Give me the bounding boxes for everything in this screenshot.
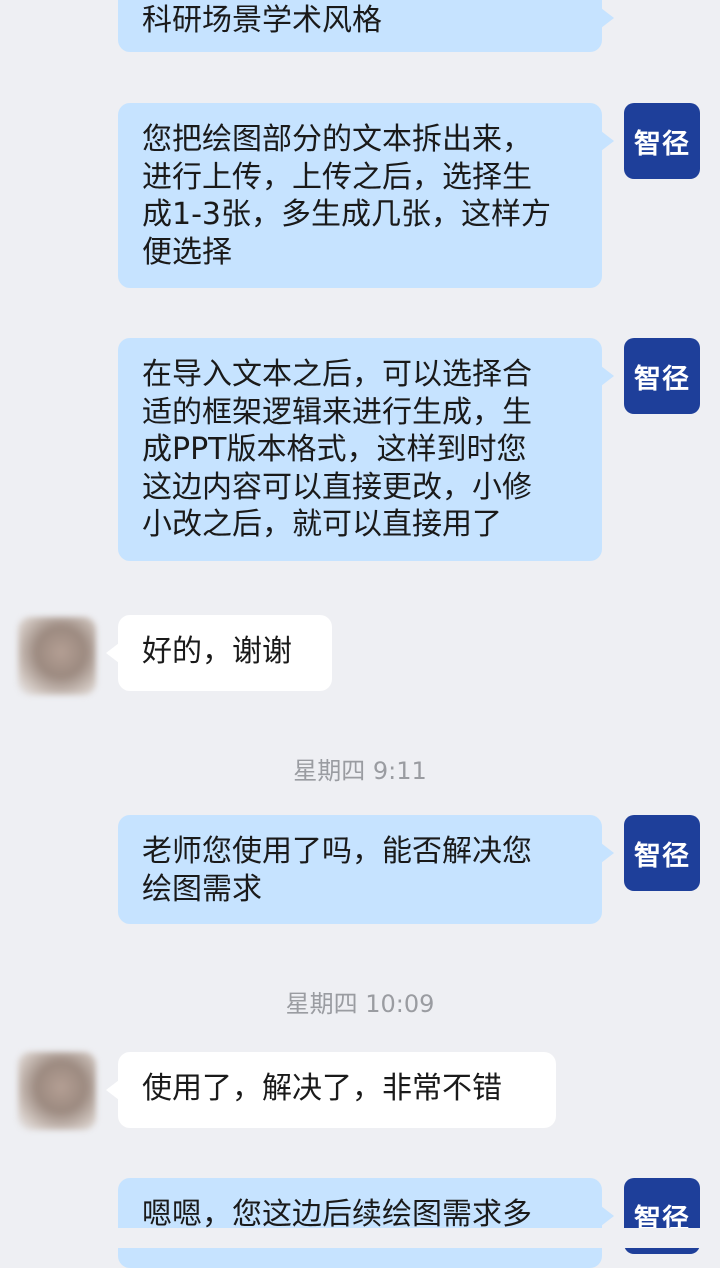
message-text-line: 适的框架逻辑来进行生成，生 bbox=[142, 394, 532, 430]
message-text-line: 使用了，解决了，非常不错 bbox=[142, 1071, 502, 1106]
message-text-line: 绘图需求 bbox=[142, 871, 262, 907]
message-text-line: 进行上传，上传之后，选择生 bbox=[142, 159, 532, 195]
message-text-line: 便选择 bbox=[142, 234, 232, 270]
message-timestamp: 星期四 9:11 bbox=[293, 757, 427, 785]
message-text-line: 在导入文本之后，可以选择合 bbox=[142, 357, 532, 392]
sender-avatar[interactable]: 智径 bbox=[624, 815, 700, 891]
message-text-line: 老师您使用了吗，能否解决您 bbox=[142, 834, 532, 869]
message-text-line: 这边内容可以直接更改，小修 bbox=[142, 469, 532, 505]
message-bubble-outgoing[interactable]: 您把绘图部分的文本拆出来， 进行上传，上传之后，选择生 成1-3张，多生成几张，… bbox=[118, 103, 614, 288]
message-text-line: 好的，谢谢 bbox=[142, 634, 292, 669]
peer-avatar[interactable] bbox=[18, 617, 96, 695]
message-bubble-incoming[interactable]: 好的，谢谢 bbox=[106, 615, 332, 691]
message-text-line: 您把绘图部分的文本拆出来， bbox=[142, 122, 532, 157]
sender-avatar[interactable]: 智径 bbox=[624, 103, 700, 179]
chat-message-list: 科研场景学术风格 您把绘图部分的文本拆出来， 进行上传，上传之后，选择生 成1-… bbox=[0, 0, 720, 1268]
input-area-edge bbox=[0, 1228, 720, 1248]
avatar-label: 智径 bbox=[634, 128, 690, 160]
message-text-line: 小改之后，就可以直接用了 bbox=[142, 507, 502, 542]
message-text-line: 成PPT版本格式，这样到时您 bbox=[142, 432, 527, 467]
message-timestamp: 星期四 10:09 bbox=[285, 990, 435, 1018]
message-bubble-outgoing[interactable]: 科研场景学术风格 bbox=[118, 0, 614, 52]
message-bubble-outgoing[interactable]: 老师您使用了吗，能否解决您 绘图需求 bbox=[118, 815, 614, 924]
message-bubble-outgoing[interactable]: 嗯嗯，您这边后续绘图需求多 bbox=[118, 1178, 614, 1268]
avatar-label: 智径 bbox=[634, 840, 690, 872]
message-bubble-incoming[interactable]: 使用了，解决了，非常不错 bbox=[106, 1052, 556, 1128]
message-bubble-outgoing[interactable]: 在导入文本之后，可以选择合 适的框架逻辑来进行生成，生 成PPT版本格式，这样到… bbox=[118, 338, 614, 561]
message-text-line: 成1-3张，多生成几张，这样方 bbox=[142, 197, 551, 232]
sender-avatar[interactable]: 智径 bbox=[624, 338, 700, 414]
peer-avatar[interactable] bbox=[18, 1052, 96, 1130]
message-text-line: 科研场景学术风格 bbox=[142, 3, 382, 38]
avatar-label: 智径 bbox=[634, 363, 690, 395]
